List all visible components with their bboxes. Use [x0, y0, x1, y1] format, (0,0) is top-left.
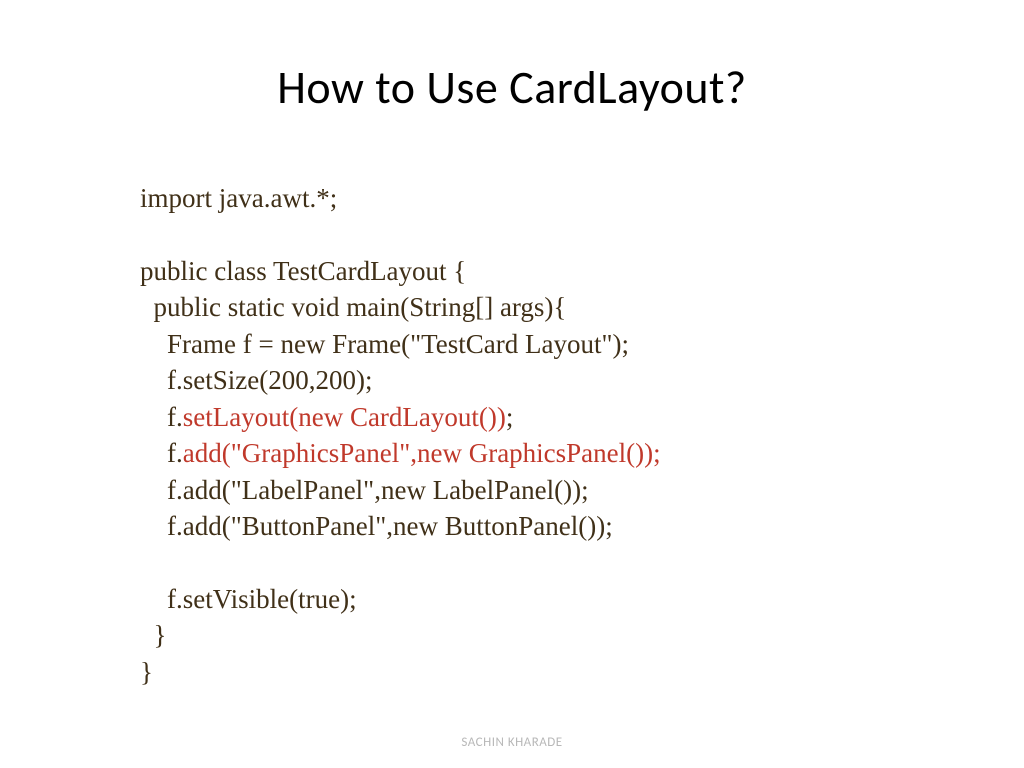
code-line-close-method: } [140, 617, 661, 653]
footer-author: SACHIN KHARADE [461, 735, 562, 750]
code-highlight-setlayout: setLayout(new CardLayout()) [183, 402, 506, 432]
code-line-add-button: f.add("ButtonPanel",new ButtonPanel()); [140, 508, 661, 544]
code-line-setvisible: f.setVisible(true); [140, 581, 661, 617]
code-line-close-class: } [140, 654, 661, 690]
code-line-class: public class TestCardLayout { [140, 253, 661, 289]
code-line-blank2 [140, 544, 661, 580]
code-line-frame: Frame f = new Frame("TestCard Layout"); [140, 326, 661, 362]
code-text: f. [140, 402, 183, 432]
code-line-setsize: f.setSize(200,200); [140, 362, 661, 398]
slide-title: How to Use CardLayout? [0, 0, 1024, 116]
code-line-import: import java.awt.*; [140, 180, 661, 216]
code-line-setlayout: f.setLayout(new CardLayout()); [140, 399, 661, 435]
code-line-blank [140, 216, 661, 252]
code-line-main: public static void main(String[] args){ [140, 289, 661, 325]
code-highlight-add: add("GraphicsPanel",new GraphicsPanel())… [183, 438, 661, 468]
code-text: ; [506, 402, 514, 432]
code-block: import java.awt.*; public class TestCard… [140, 180, 661, 690]
code-line-add-graphics: f.add("GraphicsPanel",new GraphicsPanel(… [140, 435, 661, 471]
code-text: f. [140, 438, 183, 468]
code-line-add-label: f.add("LabelPanel",new LabelPanel()); [140, 472, 661, 508]
